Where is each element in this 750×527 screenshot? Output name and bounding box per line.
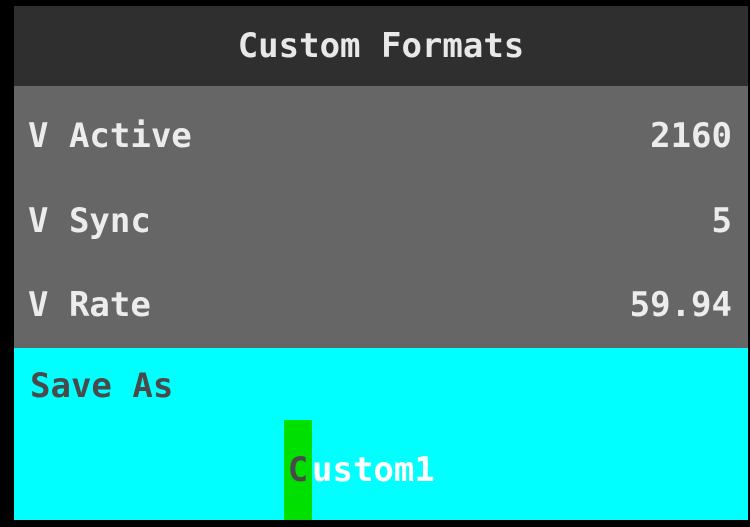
display-screen: Custom Formats V Active 2160 V Sync 5 V … <box>14 6 748 520</box>
row-value: 59.94 <box>629 285 732 325</box>
save-name-text: ustom1 <box>312 450 435 490</box>
text-cursor[interactable]: C <box>284 420 312 520</box>
page-title: Custom Formats <box>14 6 748 86</box>
row-v-active[interactable]: V Active 2160 <box>14 86 748 173</box>
settings-list: V Active 2160 V Sync 5 V Rate 59.94 <box>14 86 748 348</box>
row-label: V Rate <box>28 285 151 325</box>
row-v-sync[interactable]: V Sync 5 <box>14 171 748 258</box>
save-name-field[interactable]: Custom1 <box>284 420 435 520</box>
save-as-label: Save As <box>30 366 174 406</box>
row-v-rate[interactable]: V Rate 59.94 <box>14 255 748 342</box>
save-as-panel: Save As Custom1 <box>14 348 748 520</box>
